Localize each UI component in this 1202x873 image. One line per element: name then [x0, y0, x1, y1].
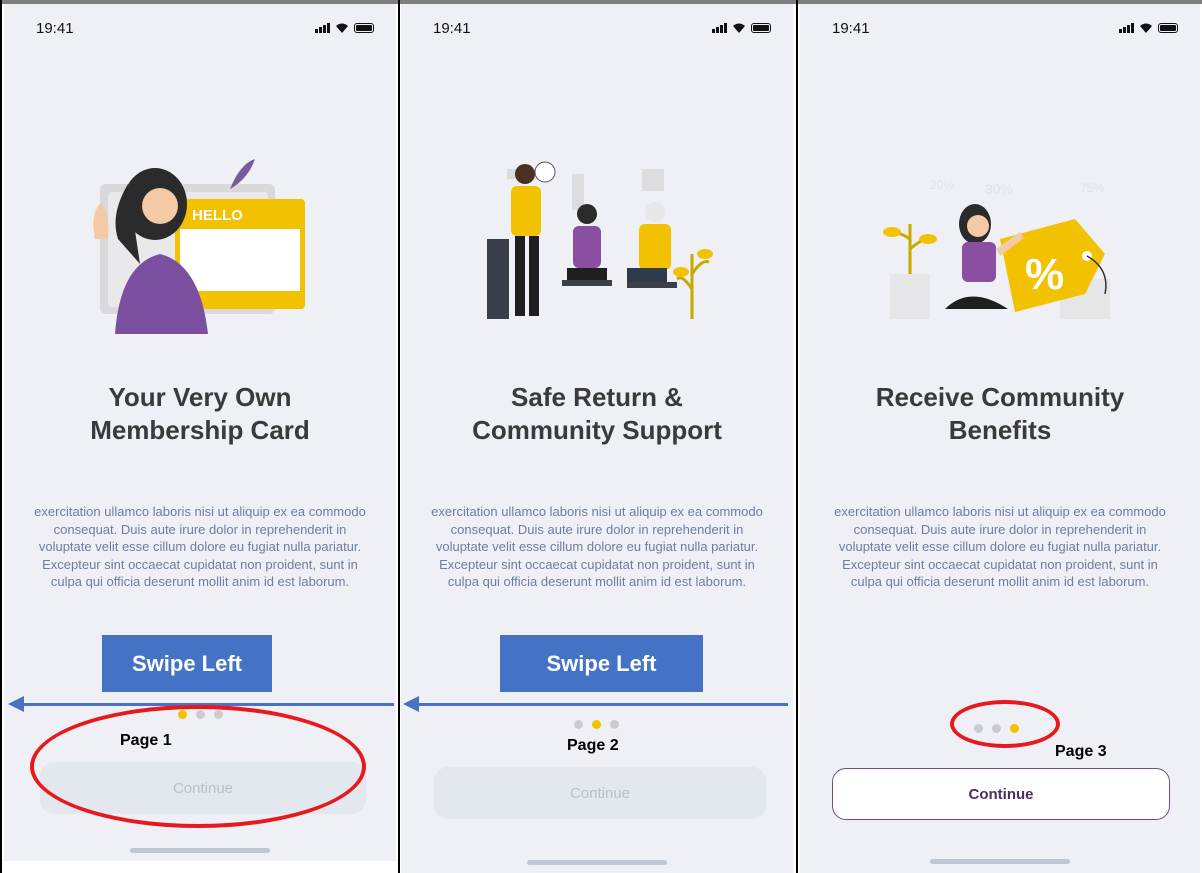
tag-30: 30%	[985, 181, 1013, 197]
signal-icon	[315, 23, 330, 33]
wifi-icon	[733, 23, 745, 33]
highlight-ellipse-page-3	[950, 700, 1060, 748]
wifi-icon	[1140, 23, 1152, 33]
home-indicator	[130, 848, 270, 853]
signal-icon	[712, 23, 727, 33]
community-benefits-illustration: 20% 30% 75% %	[883, 178, 1110, 319]
wifi-icon	[336, 23, 348, 33]
title-line-2: Benefits	[948, 415, 1052, 445]
continue-button[interactable]: Continue	[832, 768, 1170, 820]
swipe-left-callout-2: Swipe Left	[500, 635, 703, 692]
description-text: exercitation ullamco laboris nisi ut ali…	[834, 504, 1166, 589]
tag-75: 75%	[1080, 181, 1104, 195]
highlight-ellipse-page-1	[30, 705, 366, 828]
status-time: 19:41	[433, 20, 471, 37]
swipe-left-callout-1: Swipe Left	[102, 635, 272, 692]
continue-button[interactable]: Continue	[434, 767, 766, 819]
battery-icon	[1158, 23, 1178, 33]
screen-title: Safe Return & Community Support	[411, 381, 783, 447]
title-line-2: Membership Card	[90, 415, 310, 445]
screen-title: Your Very Own Membership Card	[14, 381, 386, 447]
title-line-2: Community Support	[472, 415, 722, 445]
left-edge	[0, 0, 2, 873]
page-label-3: Page 3	[1055, 743, 1107, 760]
hello-label: HELLO	[192, 207, 243, 224]
home-indicator	[930, 859, 1070, 864]
membership-card-illustration: HELLO	[93, 159, 305, 334]
swipe-arrowhead-1	[8, 696, 24, 712]
page-label-2: Page 2	[567, 737, 619, 754]
status-time: 19:41	[36, 20, 74, 37]
status-icons	[712, 22, 771, 34]
screen-title: Receive Community Benefits	[810, 381, 1190, 447]
page-dot-3[interactable]	[610, 720, 619, 729]
swipe-arrow-2	[418, 703, 788, 706]
description-text: exercitation ullamco laboris nisi ut ali…	[34, 504, 366, 589]
home-indicator	[527, 860, 667, 865]
divider-1	[398, 0, 400, 873]
signal-icon	[1119, 23, 1134, 33]
status-time: 19:41	[832, 20, 870, 37]
battery-icon	[751, 23, 771, 33]
title-line-1: Your Very Own	[108, 382, 292, 412]
battery-icon	[354, 23, 374, 33]
title-line-1: Safe Return &	[511, 382, 683, 412]
page-dot-1[interactable]	[574, 720, 583, 729]
swipe-arrowhead-2	[403, 696, 419, 712]
page-indicator	[574, 720, 619, 729]
community-support-illustration	[487, 161, 713, 319]
status-icons	[1119, 22, 1178, 34]
status-icons	[315, 22, 374, 34]
percent-label: %	[1025, 250, 1064, 299]
title-line-1: Receive Community	[875, 382, 1125, 412]
page-dot-2[interactable]	[592, 720, 601, 729]
divider-2	[796, 0, 798, 873]
description-text: exercitation ullamco laboris nisi ut ali…	[431, 504, 763, 589]
tag-20: 20%	[930, 178, 954, 192]
